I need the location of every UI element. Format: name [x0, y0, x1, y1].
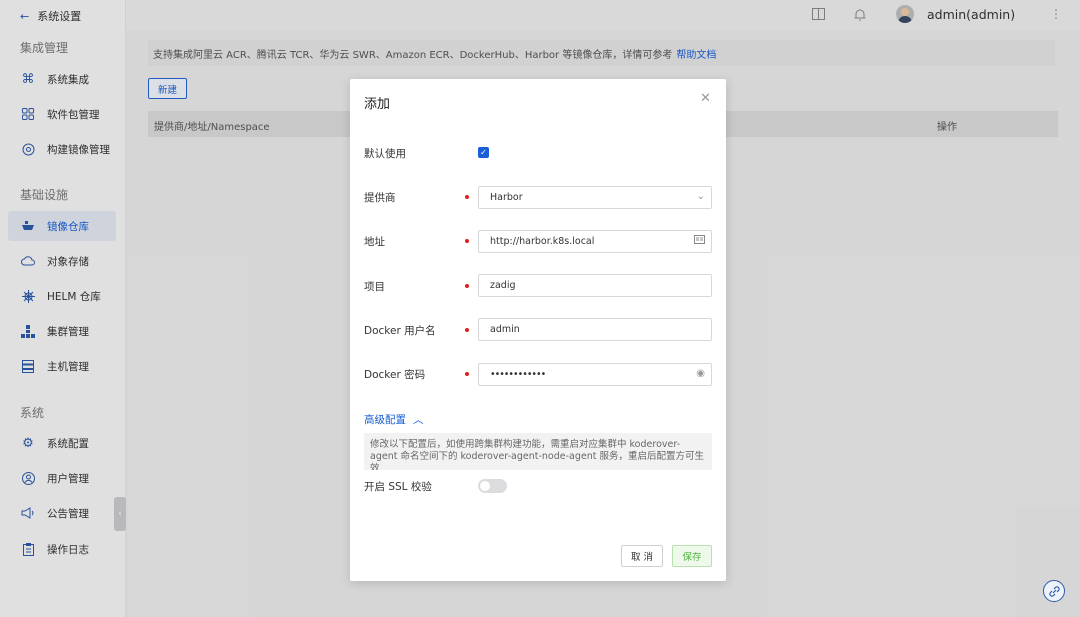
default-use-label: 默认使用: [364, 148, 406, 160]
save-button[interactable]: 保存: [672, 545, 712, 567]
eye-icon[interactable]: ◉: [696, 368, 705, 379]
provider-label: 提供商: [364, 192, 396, 204]
required-marker: [465, 284, 469, 288]
advanced-config-note: 修改以下配置后，如使用跨集群构建功能，需重启对应集群中 koderover-ag…: [364, 433, 712, 470]
advanced-config-toggle[interactable]: 高级配置 ︿: [364, 412, 424, 427]
address-label: 地址: [364, 236, 385, 248]
chevron-up-icon: ︿: [413, 414, 424, 426]
cancel-button[interactable]: 取 消: [621, 545, 663, 567]
ssl-label: 开启 SSL 校验: [364, 481, 432, 493]
dialog-title: 添加: [364, 97, 391, 112]
add-registry-dialog: 添加 ✕ 默认使用 ✓ 提供商 Harbor ⌄ 地址 http://harbo…: [350, 79, 726, 581]
required-marker: [465, 372, 469, 376]
address-input[interactable]: http://harbor.k8s.local: [478, 230, 712, 253]
required-marker: [465, 239, 469, 243]
docker-password-value: ••••••••••••: [490, 369, 546, 380]
provider-value: Harbor: [490, 192, 523, 203]
close-icon[interactable]: ✕: [700, 91, 711, 106]
provider-select[interactable]: Harbor ⌄: [478, 186, 712, 209]
project-value: zadig: [490, 280, 516, 291]
id-card-icon[interactable]: [694, 235, 705, 247]
docker-username-label: Docker 用户名: [364, 325, 436, 337]
docker-password-input[interactable]: •••••••••••• ◉: [478, 363, 712, 386]
chevron-down-icon: ⌄: [696, 191, 705, 202]
advanced-config-label: 高级配置: [364, 414, 406, 426]
project-label: 项目: [364, 281, 385, 293]
link-icon[interactable]: [1043, 580, 1065, 602]
project-input[interactable]: zadig: [478, 274, 712, 297]
required-marker: [465, 195, 469, 199]
default-use-checkbox[interactable]: ✓: [478, 147, 489, 158]
docker-username-value: admin: [490, 324, 520, 335]
address-value: http://harbor.k8s.local: [490, 236, 595, 247]
docker-username-input[interactable]: admin: [478, 318, 712, 341]
ssl-toggle[interactable]: [478, 479, 507, 493]
required-marker: [465, 328, 469, 332]
docker-password-label: Docker 密码: [364, 369, 426, 381]
